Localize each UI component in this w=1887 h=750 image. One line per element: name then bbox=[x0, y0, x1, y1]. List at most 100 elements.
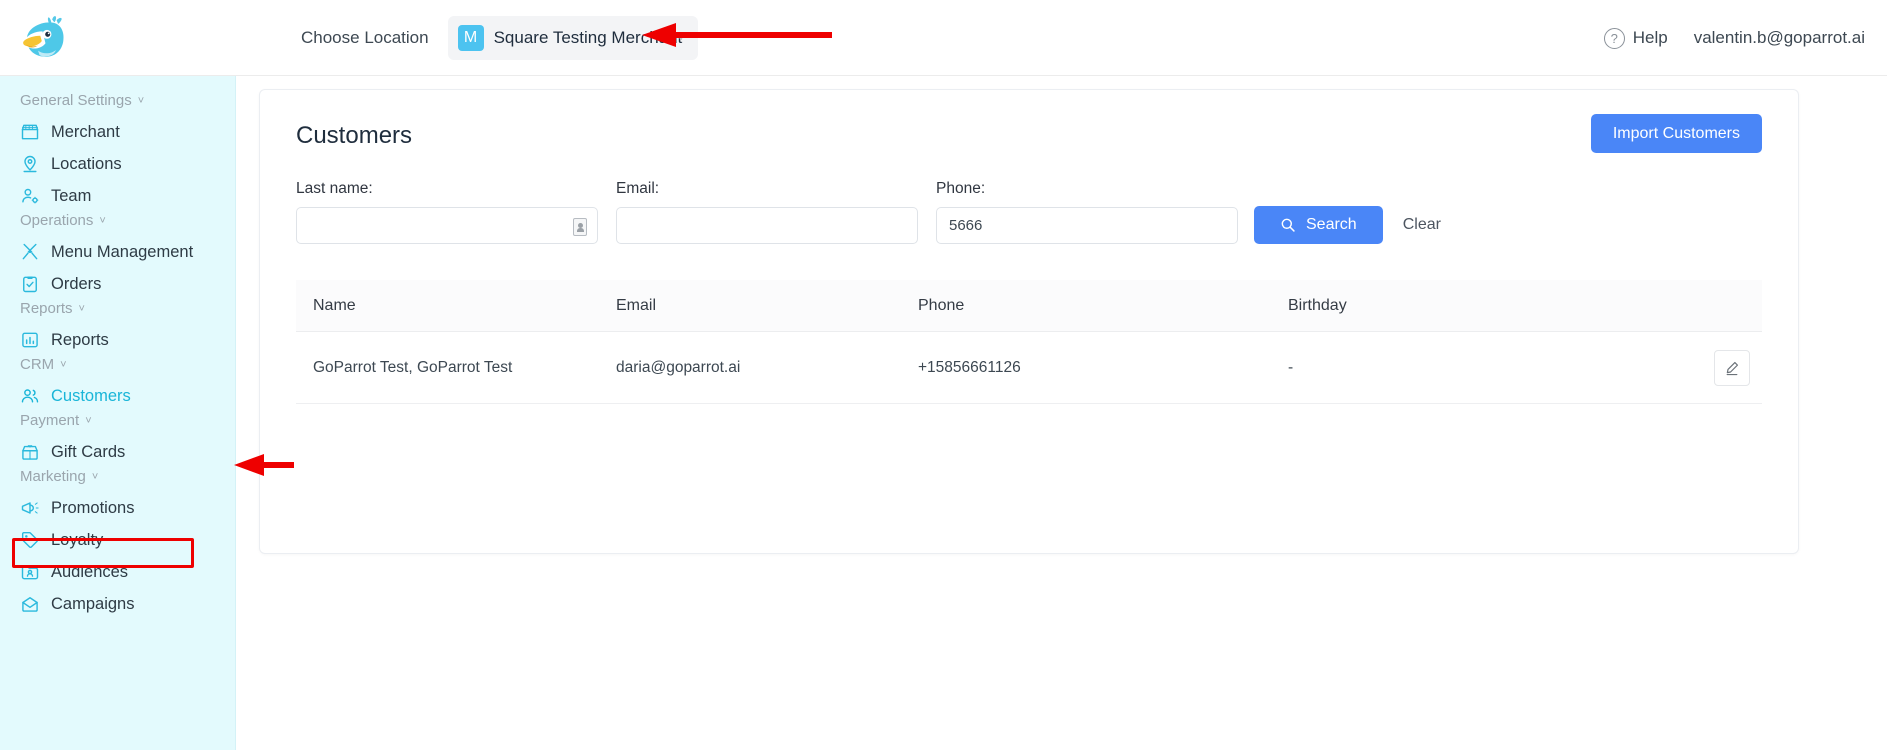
sidebar-item-loyalty[interactable]: Loyalty bbox=[0, 524, 235, 556]
sidebar-item-team[interactable]: Team bbox=[0, 180, 235, 212]
sidebar-item-merchant[interactable]: Merchant bbox=[0, 116, 235, 148]
cell-name: GoParrot Test, GoParrot Test bbox=[313, 358, 513, 376]
nav-group-title-operations[interactable]: Operations ˅ bbox=[0, 212, 235, 229]
clear-button[interactable]: Clear bbox=[1403, 206, 1441, 244]
folder-user-icon bbox=[21, 565, 39, 580]
pencil-edit-icon bbox=[1726, 361, 1739, 375]
sidebar-item-audiences[interactable]: Audiences bbox=[0, 556, 235, 588]
sidebar-item-label: Menu Management bbox=[51, 242, 194, 261]
magnifier-icon bbox=[1281, 218, 1295, 232]
sidebar-navigation: General Settings ˅ Merchant Locations Team Op… bbox=[0, 76, 236, 750]
sidebar-item-label: Loyalty bbox=[51, 530, 104, 549]
sidebar-item-label: Audiences bbox=[51, 562, 129, 581]
customers-table: Name Email Phone Birthday GoParrot Test,… bbox=[296, 280, 1762, 404]
column-header-phone: Phone bbox=[918, 296, 965, 314]
logo-area[interactable] bbox=[0, 0, 236, 76]
merchant-name-label: Square Testing Merchant bbox=[493, 27, 683, 47]
chevron-down-icon: ˅ bbox=[78, 302, 85, 315]
nav-group-title-crm[interactable]: CRM ˅ bbox=[0, 356, 235, 373]
chevron-down-icon: ˅ bbox=[99, 214, 106, 227]
nav-group: Operations ˅ Menu Management Orders bbox=[0, 212, 235, 300]
user-gear-icon bbox=[22, 188, 39, 204]
sidebar-item-promotions[interactable]: Promotions bbox=[0, 492, 235, 524]
nav-group-title-marketing[interactable]: Marketing ˅ bbox=[0, 468, 235, 485]
user-account-email[interactable]: valentin.b@goparrot.ai bbox=[1694, 28, 1865, 48]
sidebar-item-menu-management[interactable]: Menu Management bbox=[0, 236, 235, 268]
column-header-email: Email bbox=[616, 296, 657, 314]
nav-group: Reports ˅ Reports bbox=[0, 300, 235, 356]
app-root: Choose Location M Square Testing Merchan… bbox=[0, 0, 1887, 750]
nav-group-label: CRM bbox=[20, 356, 55, 373]
merchant-avatar: M bbox=[457, 24, 484, 51]
sidebar-item-label: Merchant bbox=[51, 122, 120, 141]
chevron-down-icon: ˅ bbox=[85, 414, 92, 427]
last-name-label: Last name: bbox=[296, 180, 373, 197]
sidebar-item-label: Promotions bbox=[51, 498, 135, 517]
chevron-down-icon: ˅ bbox=[137, 94, 145, 107]
sidebar-item-label: Orders bbox=[51, 274, 102, 293]
edit-customer-button[interactable] bbox=[1714, 349, 1750, 386]
last-name-input[interactable] bbox=[296, 207, 598, 244]
phone-field-group: Phone: bbox=[936, 180, 1238, 244]
map-pin-icon bbox=[23, 155, 37, 173]
search-button-label: Search bbox=[1306, 216, 1357, 233]
card-header: Customers Import Customers bbox=[260, 90, 1798, 168]
help-button[interactable]: ? Help bbox=[1603, 27, 1668, 49]
sidebar-item-campaigns[interactable]: Campaigns bbox=[0, 588, 235, 620]
storefront-icon bbox=[21, 124, 39, 140]
contact-card-icon[interactable] bbox=[573, 218, 587, 236]
customer-filters: Last name: Email: Phone: 5666 Search Cle… bbox=[260, 168, 1798, 244]
sidebar-item-reports[interactable]: Reports bbox=[0, 324, 235, 356]
nav-group: General Settings ˅ Merchant Locations Team bbox=[0, 92, 235, 212]
sidebar-item-label: Team bbox=[51, 186, 92, 205]
sidebar-item-gift-cards[interactable]: Gift Cards bbox=[0, 436, 235, 468]
help-label: Help bbox=[1632, 28, 1668, 47]
choose-location-label: Choose Location bbox=[301, 27, 429, 47]
cell-email: daria@goparrot.ai bbox=[616, 358, 741, 376]
cell-birthday: - bbox=[1288, 358, 1294, 376]
nav-group-title-general-settings[interactable]: General Settings ˅ bbox=[0, 92, 235, 109]
sidebar-item-label: Locations bbox=[51, 154, 122, 173]
main-content: Customers Import Customers Last name: Em… bbox=[236, 76, 1887, 750]
nav-group-title-reports[interactable]: Reports ˅ bbox=[0, 300, 235, 317]
nav-group-label: Marketing bbox=[20, 468, 86, 485]
phone-label: Phone: bbox=[936, 180, 986, 197]
import-customers-button[interactable]: Import Customers bbox=[1590, 114, 1762, 153]
nav-group-label: General Settings bbox=[20, 92, 132, 109]
nav-group: CRM ˅ Customers bbox=[0, 356, 235, 412]
nav-group-title-payment[interactable]: Payment ˅ bbox=[0, 412, 235, 429]
question-mark-icon: ? bbox=[1603, 27, 1625, 49]
sidebar-item-label: Customers bbox=[51, 386, 131, 405]
sidebar-item-orders[interactable]: Orders bbox=[0, 268, 235, 300]
column-header-birthday: Birthday bbox=[1288, 296, 1347, 314]
chevron-down-icon: ˅ bbox=[91, 470, 99, 483]
cell-phone: +15856661126 bbox=[918, 358, 1021, 376]
customers-card: Customers Import Customers Last name: Em… bbox=[259, 89, 1799, 554]
mail-open-icon bbox=[22, 597, 38, 612]
merchant-location-selector[interactable]: M Square Testing Merchant ˅ bbox=[447, 15, 698, 60]
chevron-down-icon: ˅ bbox=[676, 28, 686, 46]
people-icon bbox=[21, 389, 39, 403]
top-bar: Choose Location M Square Testing Merchan… bbox=[0, 0, 1887, 76]
clipboard-check-icon bbox=[23, 276, 37, 293]
tag-icon bbox=[21, 531, 39, 549]
email-input[interactable] bbox=[616, 207, 918, 244]
sidebar-item-label: Reports bbox=[51, 330, 109, 349]
sidebar-item-label: Gift Cards bbox=[51, 442, 126, 461]
top-bar-right: ? Help valentin.b@goparrot.ai bbox=[1603, 0, 1865, 76]
last-name-field-group: Last name: bbox=[296, 180, 598, 244]
nav-group: Marketing ˅ Promotions Loyalty Audiences Camp… bbox=[0, 468, 235, 620]
phone-input[interactable] bbox=[936, 207, 1238, 244]
search-button[interactable]: Search bbox=[1254, 206, 1383, 244]
sidebar-item-label: Campaigns bbox=[51, 594, 135, 613]
chevron-down-icon: ˅ bbox=[60, 358, 67, 371]
bar-chart-icon bbox=[22, 332, 38, 348]
sidebar-item-customers[interactable]: Customers bbox=[0, 380, 235, 412]
megaphone-icon bbox=[21, 502, 39, 514]
sidebar-item-locations[interactable]: Locations bbox=[0, 148, 235, 180]
nav-group-label: Operations bbox=[20, 212, 94, 229]
column-header-name: Name bbox=[313, 296, 356, 314]
email-label: Email: bbox=[616, 180, 660, 197]
table-row[interactable]: GoParrot Test, GoParrot Test daria@goparr… bbox=[296, 332, 1762, 404]
email-field-group: Email: bbox=[616, 180, 918, 244]
